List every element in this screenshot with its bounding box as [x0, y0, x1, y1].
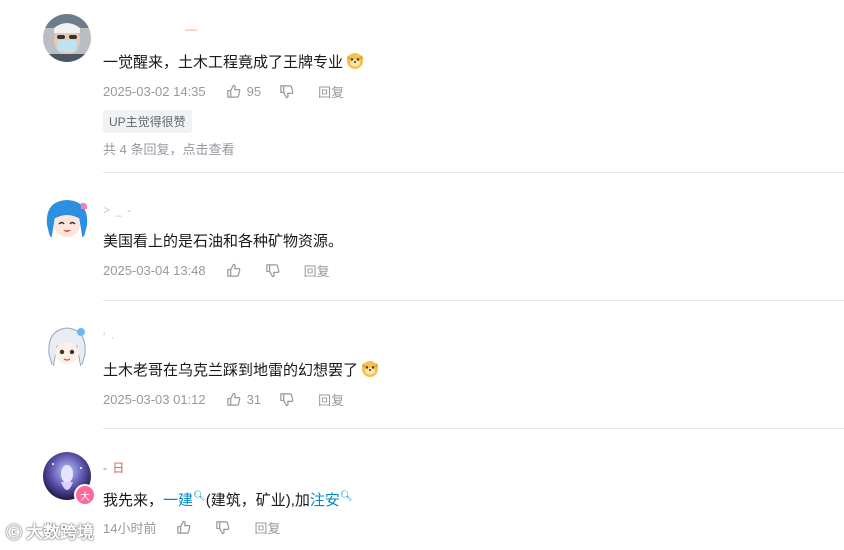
comment-text-part: 我先来， [103, 492, 164, 509]
search-keyword-icon: 🔍︎ [193, 491, 206, 502]
comment-meta: 2025-03-02 14:35 95 回复 [103, 81, 344, 101]
user-avatar[interactable] [43, 195, 91, 243]
comment-meta: 2025-03-03 01:12 31 回复 [103, 389, 344, 409]
thumb-down-icon [265, 263, 280, 277]
thumb-down-icon [216, 520, 230, 534]
reply-button[interactable]: 回复 [254, 518, 280, 537]
like-button[interactable] [176, 520, 197, 535]
view-replies-link[interactable]: 点击查看 [182, 142, 234, 157]
avatar-level-badge: 大 [74, 484, 96, 506]
comment-text: 美国看上的是石油和各种矿物资源。 [103, 233, 344, 250]
watermark: ⓒ 大数跨境 [6, 518, 94, 543]
comment-text: 土木老哥在乌克兰踩到地雷的幻想罢了 [103, 358, 380, 382]
divider [103, 300, 844, 301]
user-avatar[interactable] [43, 14, 91, 62]
thumb-up-icon [226, 84, 241, 98]
doge-emoji-icon [360, 358, 380, 378]
dislike-button[interactable] [279, 84, 300, 99]
thumb-up-icon [226, 263, 241, 277]
comment-text: 我先来，一建🔍︎(建筑，矿业),加注安🔍︎ [103, 486, 353, 512]
comment-time: 2025-03-04 13:48 [103, 262, 206, 278]
divider [103, 428, 844, 429]
comment-text: 一觉醒来，土木工程竟成了王牌专业 [103, 50, 365, 74]
reply-summary: 共 4 条回复，点击查看 [103, 139, 234, 158]
keyword-link[interactable]: 注安🔍︎ [309, 491, 353, 509]
keyword-link[interactable]: 一建🔍︎ [163, 491, 206, 509]
dislike-button[interactable] [279, 392, 300, 407]
like-count: 95 [246, 83, 262, 99]
divider [103, 172, 844, 173]
reply-button[interactable]: 回复 [318, 390, 344, 409]
comment-time: 14小时前 [103, 520, 157, 536]
thumb-up-icon [226, 392, 241, 406]
search-keyword-icon: 🔍︎ [339, 491, 353, 502]
username[interactable]: > _ - [103, 203, 132, 217]
like-button[interactable] [226, 263, 247, 278]
watermark-logo: ⓒ [6, 524, 23, 542]
keyword-link-text: 一建 [163, 492, 194, 509]
doge-emoji-icon [345, 50, 365, 70]
comment-time: 2025-03-02 14:35 [103, 83, 206, 99]
keyword-link-text: 注安 [309, 492, 340, 509]
comment-meta: 2025-03-04 13:48 回复 [103, 260, 330, 280]
like-button[interactable]: 31 [226, 392, 261, 407]
username[interactable]: — [185, 22, 198, 36]
reply-button[interactable]: 回复 [318, 82, 344, 101]
comment-text-part: (建筑，矿业),加 [205, 492, 310, 509]
user-avatar[interactable] [43, 322, 91, 370]
username[interactable]: ' · [103, 330, 116, 344]
comment-text-body: 一觉醒来，土木工程竟成了王牌专业 [103, 54, 344, 71]
like-button[interactable]: 95 [226, 84, 261, 99]
watermark-text: 大数跨境 [26, 523, 95, 542]
comment-text-body: 土木老哥在乌克兰踩到地雷的幻想罢了 [103, 362, 359, 379]
dislike-button[interactable] [265, 263, 286, 278]
like-count: 31 [246, 391, 262, 407]
reply-summary-count: 共 4 条回复， [103, 142, 183, 157]
thumb-up-icon [177, 520, 191, 534]
dislike-button[interactable] [215, 520, 236, 535]
comment-meta: 14小时前 回复 [103, 517, 280, 537]
thumb-down-icon [280, 84, 294, 98]
reply-button[interactable]: 回复 [304, 261, 330, 280]
thumb-down-icon [280, 392, 294, 406]
up-liked-badge: UP主觉得很赞 [103, 110, 192, 133]
username[interactable]: - 日 [103, 459, 125, 476]
comment-time: 2025-03-03 01:12 [103, 391, 206, 407]
